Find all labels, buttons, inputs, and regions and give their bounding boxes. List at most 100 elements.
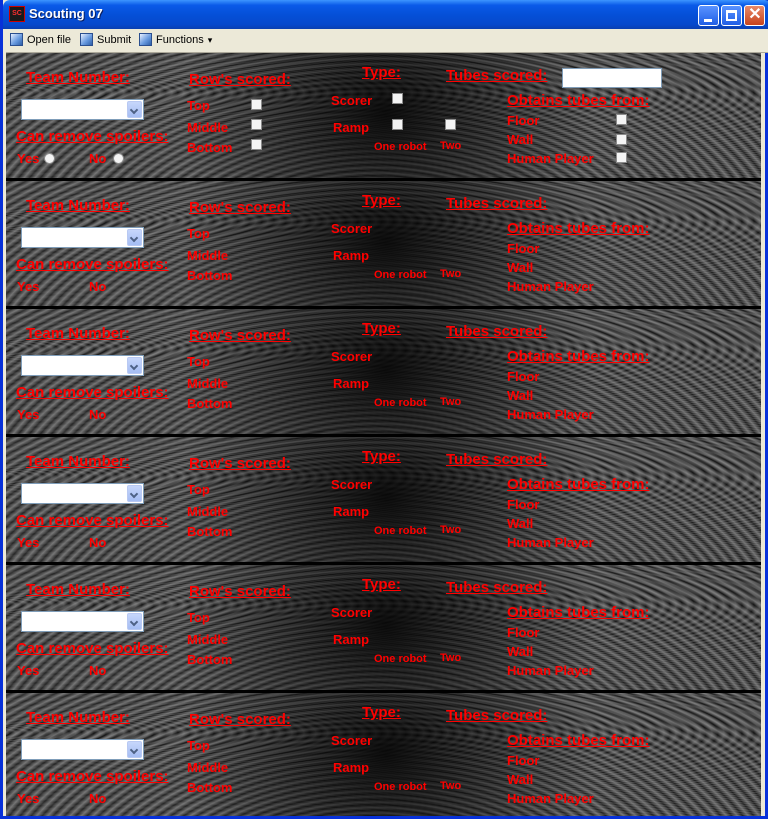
one-robot-label: One robot: [374, 781, 427, 793]
team-number-dropdown[interactable]: [21, 99, 144, 120]
row-top-label: Top: [187, 354, 210, 369]
close-button[interactable]: ✕: [744, 5, 765, 26]
yes-label: Yes: [17, 535, 40, 550]
rows-scored-label: Row's scored:: [189, 71, 291, 88]
human-player-label: Human Player: [507, 151, 594, 166]
yes-label: Yes: [17, 663, 40, 678]
ramp-label: Ramp: [333, 760, 370, 775]
yes-label: Yes: [17, 151, 40, 166]
team-number-dropdown[interactable]: [21, 739, 144, 760]
yes-radio[interactable]: [44, 153, 55, 164]
open-file-button[interactable]: Open file: [10, 32, 71, 49]
two-label: Two: [440, 140, 462, 152]
no-radio[interactable]: [113, 153, 124, 164]
title-bar[interactable]: SC Scouting 07 ✕: [3, 0, 768, 29]
minimize-icon: [704, 19, 712, 22]
floor-label: Floor: [507, 625, 540, 640]
tubes-scored-label: Tubes scored:: [446, 323, 548, 340]
yes-label: Yes: [17, 407, 40, 422]
chevron-down-icon[interactable]: [127, 357, 142, 374]
yes-label: Yes: [17, 279, 40, 294]
row-middle-checkbox[interactable]: [251, 119, 262, 130]
submit-button[interactable]: Submit: [80, 32, 131, 49]
human-player-checkbox[interactable]: [616, 152, 627, 163]
type-label: Type:: [362, 192, 401, 209]
team-entry-panel: Team Number: Row's scored: Type: Tubes scor…: [6, 181, 761, 306]
two-label: Two: [440, 652, 462, 664]
team-number-dropdown[interactable]: [21, 355, 144, 376]
tubes-scored-label: Tubes scored:: [446, 67, 548, 84]
team-number-dropdown[interactable]: [21, 611, 144, 632]
chevron-down-icon[interactable]: [127, 613, 142, 630]
row-middle-label: Middle: [187, 248, 229, 263]
open-file-label: Open file: [27, 34, 72, 46]
wall-label: Wall: [507, 772, 534, 787]
chevron-down-icon[interactable]: [127, 101, 142, 118]
maximize-icon: [726, 10, 737, 21]
can-remove-spoilers-label: Can remove spoilers:: [16, 640, 169, 657]
maximize-button[interactable]: [721, 5, 742, 26]
chevron-down-icon[interactable]: [127, 485, 142, 502]
tubes-scored-label: Tubes scored:: [446, 707, 548, 724]
functions-label: Functions: [156, 34, 204, 46]
no-label: No: [89, 151, 107, 166]
row-middle-label: Middle: [187, 632, 229, 647]
can-remove-spoilers-label: Can remove spoilers:: [16, 128, 169, 145]
floor-checkbox[interactable]: [616, 114, 627, 125]
row-bottom-label: Bottom: [187, 140, 233, 155]
row-top-label: Top: [187, 98, 210, 113]
wall-label: Wall: [507, 132, 534, 147]
row-bottom-label: Bottom: [187, 524, 233, 539]
close-icon: ✕: [748, 6, 762, 23]
row-middle-label: Middle: [187, 120, 229, 135]
row-middle-label: Middle: [187, 376, 229, 391]
one-robot-label: One robot: [374, 653, 427, 665]
row-top-label: Top: [187, 738, 210, 753]
tubes-scored-input[interactable]: [562, 68, 662, 88]
row-top-label: Top: [187, 610, 210, 625]
ramp-label: Ramp: [333, 376, 370, 391]
row-top-label: Top: [187, 226, 210, 241]
ramp-one-robot-checkbox[interactable]: [392, 119, 403, 130]
can-remove-spoilers-label: Can remove spoilers:: [16, 512, 169, 529]
wall-label: Wall: [507, 644, 534, 659]
row-bottom-label: Bottom: [187, 652, 233, 667]
floor-label: Floor: [507, 497, 540, 512]
no-label: No: [89, 407, 107, 422]
type-label: Type:: [362, 576, 401, 593]
row-top-checkbox[interactable]: [251, 99, 262, 110]
one-robot-label: One robot: [374, 269, 427, 281]
team-number-dropdown[interactable]: [21, 227, 144, 248]
toolbar: Open file Submit Functions ▾: [6, 29, 768, 53]
no-label: No: [89, 663, 107, 678]
chevron-down-icon[interactable]: [127, 229, 142, 246]
one-robot-label: One robot: [374, 141, 427, 153]
row-bottom-checkbox[interactable]: [251, 139, 262, 150]
wall-label: Wall: [507, 388, 534, 403]
team-number-label: Team Number:: [26, 325, 130, 342]
minimize-button[interactable]: [698, 5, 719, 26]
type-label: Type:: [362, 448, 401, 465]
obtains-tubes-label: Obtains tubes from:: [507, 220, 650, 237]
type-label: Type:: [362, 320, 401, 337]
team-entry-panel: Team Number: Row's scored: Type: Tubes scor…: [6, 693, 761, 816]
scorer-label: Scorer: [331, 733, 373, 748]
functions-menu-button[interactable]: Functions ▾: [139, 32, 212, 49]
one-robot-label: One robot: [374, 525, 427, 537]
type-label: Type:: [362, 64, 401, 81]
wall-checkbox[interactable]: [616, 134, 627, 145]
team-entry-panel: Team Number: Row's scored: Type: Tubes scor…: [6, 565, 761, 690]
ramp-two-checkbox[interactable]: [445, 119, 456, 130]
open-file-icon: [10, 33, 23, 46]
row-middle-label: Middle: [187, 504, 229, 519]
obtains-tubes-label: Obtains tubes from:: [507, 732, 650, 749]
team-number-dropdown[interactable]: [21, 483, 144, 504]
chevron-down-icon[interactable]: [127, 741, 142, 758]
team-number-label: Team Number:: [26, 709, 130, 726]
scorer-label: Scorer: [331, 477, 373, 492]
scorer-checkbox[interactable]: [392, 93, 403, 104]
submit-icon: [80, 33, 93, 46]
rows-scored-label: Row's scored:: [189, 583, 291, 600]
ramp-label: Ramp: [333, 248, 370, 263]
obtains-tubes-label: Obtains tubes from:: [507, 476, 650, 493]
